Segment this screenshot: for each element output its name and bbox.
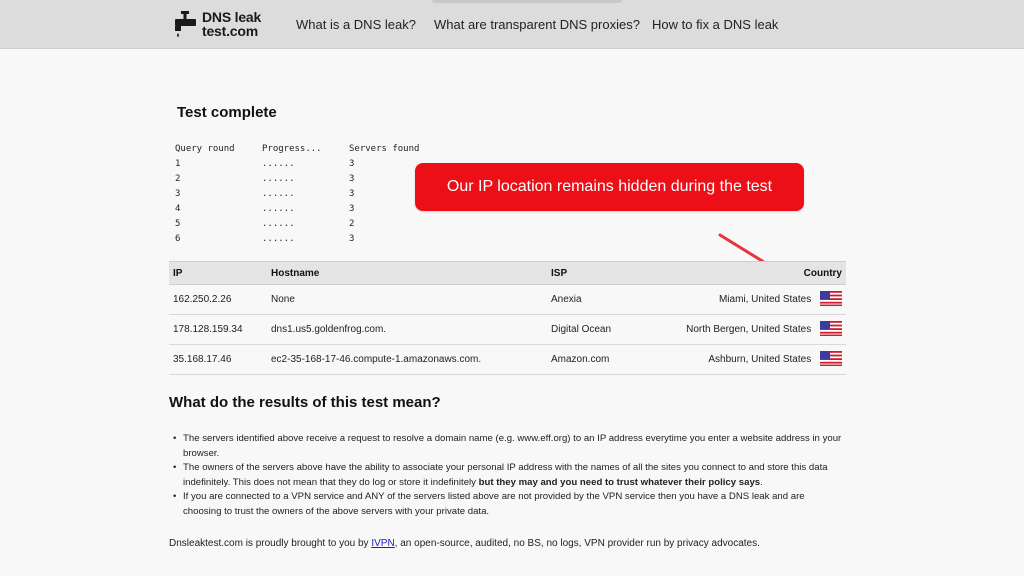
list-item-text-end: .: [760, 476, 763, 488]
query-servers: 3: [349, 189, 355, 199]
list-item-emphasis: but they may and you need to trust whate…: [478, 476, 761, 488]
nav-what-is-dns-leak[interactable]: What is a DNS leak?: [296, 17, 416, 32]
cell-ip: 162.250.2.26: [169, 284, 267, 315]
cell-ip: 178.128.159.34: [169, 314, 267, 345]
results-meaning-title: What do the results of this test mean?: [169, 394, 441, 411]
query-progress: ......: [262, 174, 295, 184]
annotation-callout: Our IP location remains hidden during th…: [415, 163, 804, 211]
query-servers: 3: [349, 159, 355, 169]
table-header-row: IP Hostname ISP Country: [169, 261, 846, 285]
test-status-title: Test complete: [177, 104, 277, 121]
list-item: The owners of the servers above have the…: [173, 461, 843, 490]
query-progress: ......: [262, 219, 295, 229]
col-ip: IP: [169, 261, 267, 285]
query-servers: 3: [349, 174, 355, 184]
col-isp: ISP: [547, 261, 655, 285]
ivpn-link[interactable]: IVPN: [371, 538, 394, 549]
cell-isp: Anexia: [547, 284, 655, 315]
sponsor-text: Dnsleaktest.com is proudly brought to yo…: [169, 538, 372, 549]
us-flag-icon: [820, 291, 842, 306]
cell-country: Ashburn, United States: [655, 344, 846, 375]
cell-country-text: Miami, United States: [718, 294, 812, 306]
cell-hostname: dns1.us5.goldenfrog.com.: [267, 314, 547, 345]
cell-country-text: North Bergen, United States: [686, 324, 812, 336]
nav-how-to-fix[interactable]: How to fix a DNS leak: [652, 17, 778, 32]
list-item-text: If you are connected to a VPN service an…: [183, 491, 805, 517]
results-meaning-list: The servers identified above receive a r…: [173, 432, 843, 520]
list-item-text: The servers identified above receive a r…: [183, 433, 842, 459]
query-round: 6: [175, 234, 181, 244]
query-progress: ......: [262, 159, 295, 169]
cell-hostname: None: [267, 284, 547, 315]
list-item: If you are connected to a VPN service an…: [173, 490, 843, 519]
dns-servers-table: IP Hostname ISP Country 162.250.2.26 Non…: [169, 261, 846, 375]
top-navigation-bar: DNS leak test.com What is a DNS leak? Wh…: [0, 0, 1024, 49]
query-progress: ......: [262, 189, 295, 199]
us-flag-icon: [820, 351, 842, 366]
query-servers: 2: [349, 219, 355, 229]
nav-transparent-dns-proxies[interactable]: What are transparent DNS proxies?: [434, 17, 640, 32]
table-row: 162.250.2.26 None Anexia Miami, United S…: [169, 284, 846, 315]
table-row: 178.128.159.34 dns1.us5.goldenfrog.com. …: [169, 314, 846, 345]
faucet-icon: [175, 11, 196, 37]
table-row: 35.168.17.46 ec2-35-168-17-46.compute-1.…: [169, 344, 846, 375]
sponsor-text-end: , an open-source, audited, no BS, no log…: [394, 538, 760, 549]
us-flag-icon: [820, 321, 842, 336]
cell-isp: Digital Ocean: [547, 314, 655, 345]
sponsor-note: Dnsleaktest.com is proudly brought to yo…: [169, 538, 760, 549]
query-progress: ......: [262, 204, 295, 214]
query-col-progress: Progress...: [262, 144, 322, 154]
col-country: Country: [655, 261, 846, 285]
query-round: 3: [175, 189, 181, 199]
query-round: 2: [175, 174, 181, 184]
query-servers: 3: [349, 234, 355, 244]
query-col-round: Query round: [175, 144, 235, 154]
col-hostname: Hostname: [267, 261, 547, 285]
cell-country-text: Ashburn, United States: [708, 354, 812, 366]
cell-country: Miami, United States: [655, 284, 846, 315]
logo-line-2: test.com: [202, 23, 258, 39]
query-col-servers: Servers found: [349, 144, 420, 154]
query-progress: ......: [262, 234, 295, 244]
site-logo[interactable]: DNS leak test.com: [172, 8, 282, 40]
query-round: 4: [175, 204, 181, 214]
logo-line-1: DNS leak: [202, 9, 262, 25]
cell-hostname: ec2-35-168-17-46.compute-1.amazonaws.com…: [267, 344, 547, 375]
cell-ip: 35.168.17.46: [169, 344, 267, 375]
cell-country: North Bergen, United States: [655, 314, 846, 345]
top-accent-strip: [432, 0, 622, 3]
query-servers: 3: [349, 204, 355, 214]
cell-isp: Amazon.com: [547, 344, 655, 375]
query-round: 5: [175, 219, 181, 229]
query-round: 1: [175, 159, 181, 169]
list-item: The servers identified above receive a r…: [173, 432, 843, 461]
